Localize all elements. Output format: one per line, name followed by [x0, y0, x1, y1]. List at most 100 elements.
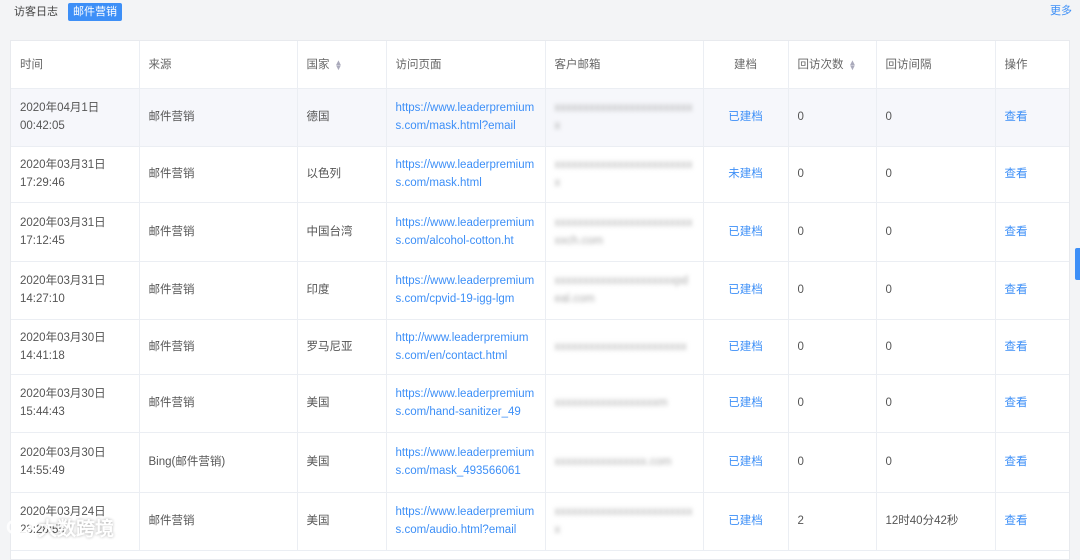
cell-country-cell: 美国: [297, 374, 387, 433]
cell-visits: 0: [797, 340, 804, 353]
cell-page-cell: https://www.leaderpremiums.com/cpvid-19-…: [386, 261, 546, 320]
col-header-country[interactable]: 国家 ▲ ▼: [297, 41, 387, 89]
table-row[interactable]: 2020年03月30日 15:44:43 邮件营销 美国 https://www.le…: [11, 374, 1069, 433]
cell-interval-cell: 0: [876, 88, 996, 147]
cell-visits-cell: 0: [788, 319, 877, 375]
cell-interval-cell: 0: [876, 146, 996, 203]
visitor-table: 时间 来源 国家 ▲ ▼ 访问页面 客户邮箱 建档 回访次数 ▲ ▼ 回访间隔 操作 2…: [11, 41, 1069, 551]
cell-interval: 0: [885, 111, 892, 123]
cell-view-cell: 查看: [995, 492, 1069, 551]
cell-time: 2020年04月1日 00:42:05: [20, 102, 100, 132]
cell-archive-link[interactable]: 已建档: [728, 456, 763, 468]
cell-archive-link[interactable]: 已建档: [728, 397, 763, 409]
cell-visits-cell: 0: [788, 374, 877, 433]
cell-source: 邮件营销: [148, 111, 195, 123]
cell-country-cell: 印度: [297, 261, 387, 320]
cell-visits-cell: 0: [788, 88, 877, 147]
cell-interval: 0: [885, 225, 892, 238]
cell-view-cell: 查看: [995, 202, 1069, 262]
cell-page-link[interactable]: https://www.leaderpremiums.com/mask_4935…: [396, 447, 535, 477]
col-header-visits[interactable]: 回访次数 ▲ ▼: [788, 41, 877, 89]
cell-source-cell: 邮件营销: [139, 146, 298, 203]
sort-icon[interactable]: ▲ ▼: [335, 59, 343, 72]
more-link[interactable]: 更多: [1050, 2, 1072, 18]
cell-page-cell: https://www.leaderpremiums.com/alcohol-c…: [386, 202, 546, 262]
cell-source: 邮件营销: [148, 340, 195, 353]
cell-view-link[interactable]: 查看: [1005, 284, 1028, 296]
cell-visits: 0: [797, 111, 804, 123]
cell-time-cell: 2020年03月31日 17:12:45: [11, 202, 140, 262]
top-tab-bar: 访客日志 邮件营销 更多: [0, 0, 1080, 28]
cell-view-link[interactable]: 查看: [1005, 168, 1028, 180]
cell-view-link[interactable]: 查看: [1005, 111, 1028, 123]
cell-page-link[interactable]: http://www.leaderpremiums.com/en/contact…: [396, 332, 529, 362]
cell-view-cell: 查看: [995, 319, 1069, 375]
cell-interval: 0: [885, 340, 892, 353]
cell-view-link[interactable]: 查看: [1005, 456, 1028, 468]
cell-interval-cell: 0: [876, 374, 996, 433]
cell-page-link[interactable]: https://www.leaderpremiums.com/mask.html: [396, 159, 535, 189]
cell-source: 邮件营销: [148, 397, 195, 409]
cell-view-link[interactable]: 查看: [1005, 397, 1028, 409]
table-row[interactable]: 2020年03月31日 17:12:45 邮件营销 中国台湾 https://www.…: [11, 202, 1069, 262]
table-row[interactable]: 2020年03月31日 14:27:10 邮件营销 印度 https://www.le…: [11, 261, 1069, 320]
cell-archive-link[interactable]: 未建档: [728, 168, 763, 180]
cell-archive-link[interactable]: 已建档: [728, 515, 763, 527]
tab-visitor-log[interactable]: 访客日志: [10, 3, 62, 21]
cell-time-cell: 2020年03月31日 14:27:10: [11, 261, 140, 320]
cell-email: xxxxxxxxxxxxxxxxxxxxxxxxx: [554, 102, 693, 132]
tab-email-marketing[interactable]: 邮件营销: [68, 3, 122, 21]
cell-visits-cell: 0: [788, 261, 877, 320]
col-header-country-label: 国家: [306, 59, 330, 72]
cell-view-cell: 查看: [995, 146, 1069, 203]
cell-page-link[interactable]: https://www.leaderpremiums.com/alcohol-c…: [396, 217, 535, 247]
table-row[interactable]: 2020年03月30日 14:41:18 邮件营销 罗马尼亚 http://www.l…: [11, 319, 1069, 375]
col-header-visits-label: 回访次数: [797, 59, 844, 72]
cell-time-cell: 2020年04月1日 00:42:05: [11, 88, 140, 147]
cell-visits: 0: [797, 397, 804, 409]
cell-visits-cell: 0: [788, 146, 877, 203]
cell-email-cell: xxxxxxxxxxxxxxxxxxxxxpdeal.com: [545, 261, 704, 320]
cell-archive-cell: 已建档: [703, 261, 789, 320]
cell-archive-link[interactable]: 已建档: [728, 284, 763, 296]
cell-source: 邮件营销: [148, 284, 195, 296]
cell-archive-link[interactable]: 已建档: [728, 226, 763, 238]
cell-email: xxxxxxxxxxxxxxxxxxxxxxxxx: [554, 506, 693, 536]
cell-time: 2020年03月30日 14:55:49: [20, 447, 106, 477]
cell-time: 2020年03月31日 14:27:10: [20, 275, 106, 305]
col-header-page: 访问页面: [386, 41, 546, 89]
cell-time: 2020年03月30日 15:44:43: [20, 388, 106, 418]
cell-page-link[interactable]: https://www.leaderpremiums.com/audio.htm…: [396, 506, 535, 536]
col-header-action: 操作: [995, 41, 1069, 89]
cell-visits-cell: 2: [788, 492, 877, 551]
cell-archive-link[interactable]: 已建档: [728, 111, 763, 123]
table-row[interactable]: 2020年03月31日 17:29:46 邮件营销 以色列 https://www.l…: [11, 146, 1069, 203]
cell-email-cell: xxxxxxxxxxxxxxxxxxxxxxxxx: [545, 88, 704, 147]
table-row[interactable]: 2020年03月24日 23:28:55 邮件营销 美国 https://www.le…: [11, 492, 1069, 551]
cell-country-cell: 以色列: [297, 146, 387, 203]
cell-source-cell: 邮件营销: [139, 319, 298, 375]
side-scroll-handle[interactable]: [1075, 248, 1080, 280]
cell-view-cell: 查看: [995, 432, 1069, 493]
cell-view-link[interactable]: 查看: [1005, 341, 1028, 353]
cell-archive-cell: 已建档: [703, 202, 789, 262]
cell-page-link[interactable]: https://www.leaderpremiums.com/cpvid-19-…: [396, 275, 535, 305]
cell-interval: 0: [885, 397, 892, 409]
cell-view-link[interactable]: 查看: [1005, 226, 1028, 238]
cell-time: 2020年03月31日 17:29:46: [20, 159, 106, 189]
table-row[interactable]: 2020年03月30日 14:55:49 Bing(邮件营销) 美国 https://…: [11, 432, 1069, 493]
cell-page-link[interactable]: https://www.leaderpremiums.com/hand-sani…: [396, 388, 535, 418]
table-header-row: 时间 来源 国家 ▲ ▼ 访问页面 客户邮箱 建档 回访次数 ▲ ▼ 回访间隔 操作: [11, 41, 1069, 89]
cell-source: 邮件营销: [148, 515, 195, 527]
cell-page-link[interactable]: https://www.leaderpremiums.com/mask.html…: [396, 102, 535, 132]
sort-icon[interactable]: ▲ ▼: [849, 59, 857, 72]
col-header-source: 来源: [139, 41, 298, 89]
cell-view-link[interactable]: 查看: [1005, 515, 1028, 527]
table-row[interactable]: 2020年04月1日 00:42:05 邮件营销 德国 https://www.lea…: [11, 88, 1069, 147]
cell-interval-cell: 0: [876, 202, 996, 262]
cell-archive-link[interactable]: 已建档: [728, 341, 763, 353]
watermark: 大数跨境: [6, 512, 114, 542]
cell-country-cell: 罗马尼亚: [297, 319, 387, 375]
cell-email-cell: xxxxxxxxxxxxxxxxxxxxxxx: [545, 319, 704, 375]
cell-archive-cell: 已建档: [703, 492, 789, 551]
